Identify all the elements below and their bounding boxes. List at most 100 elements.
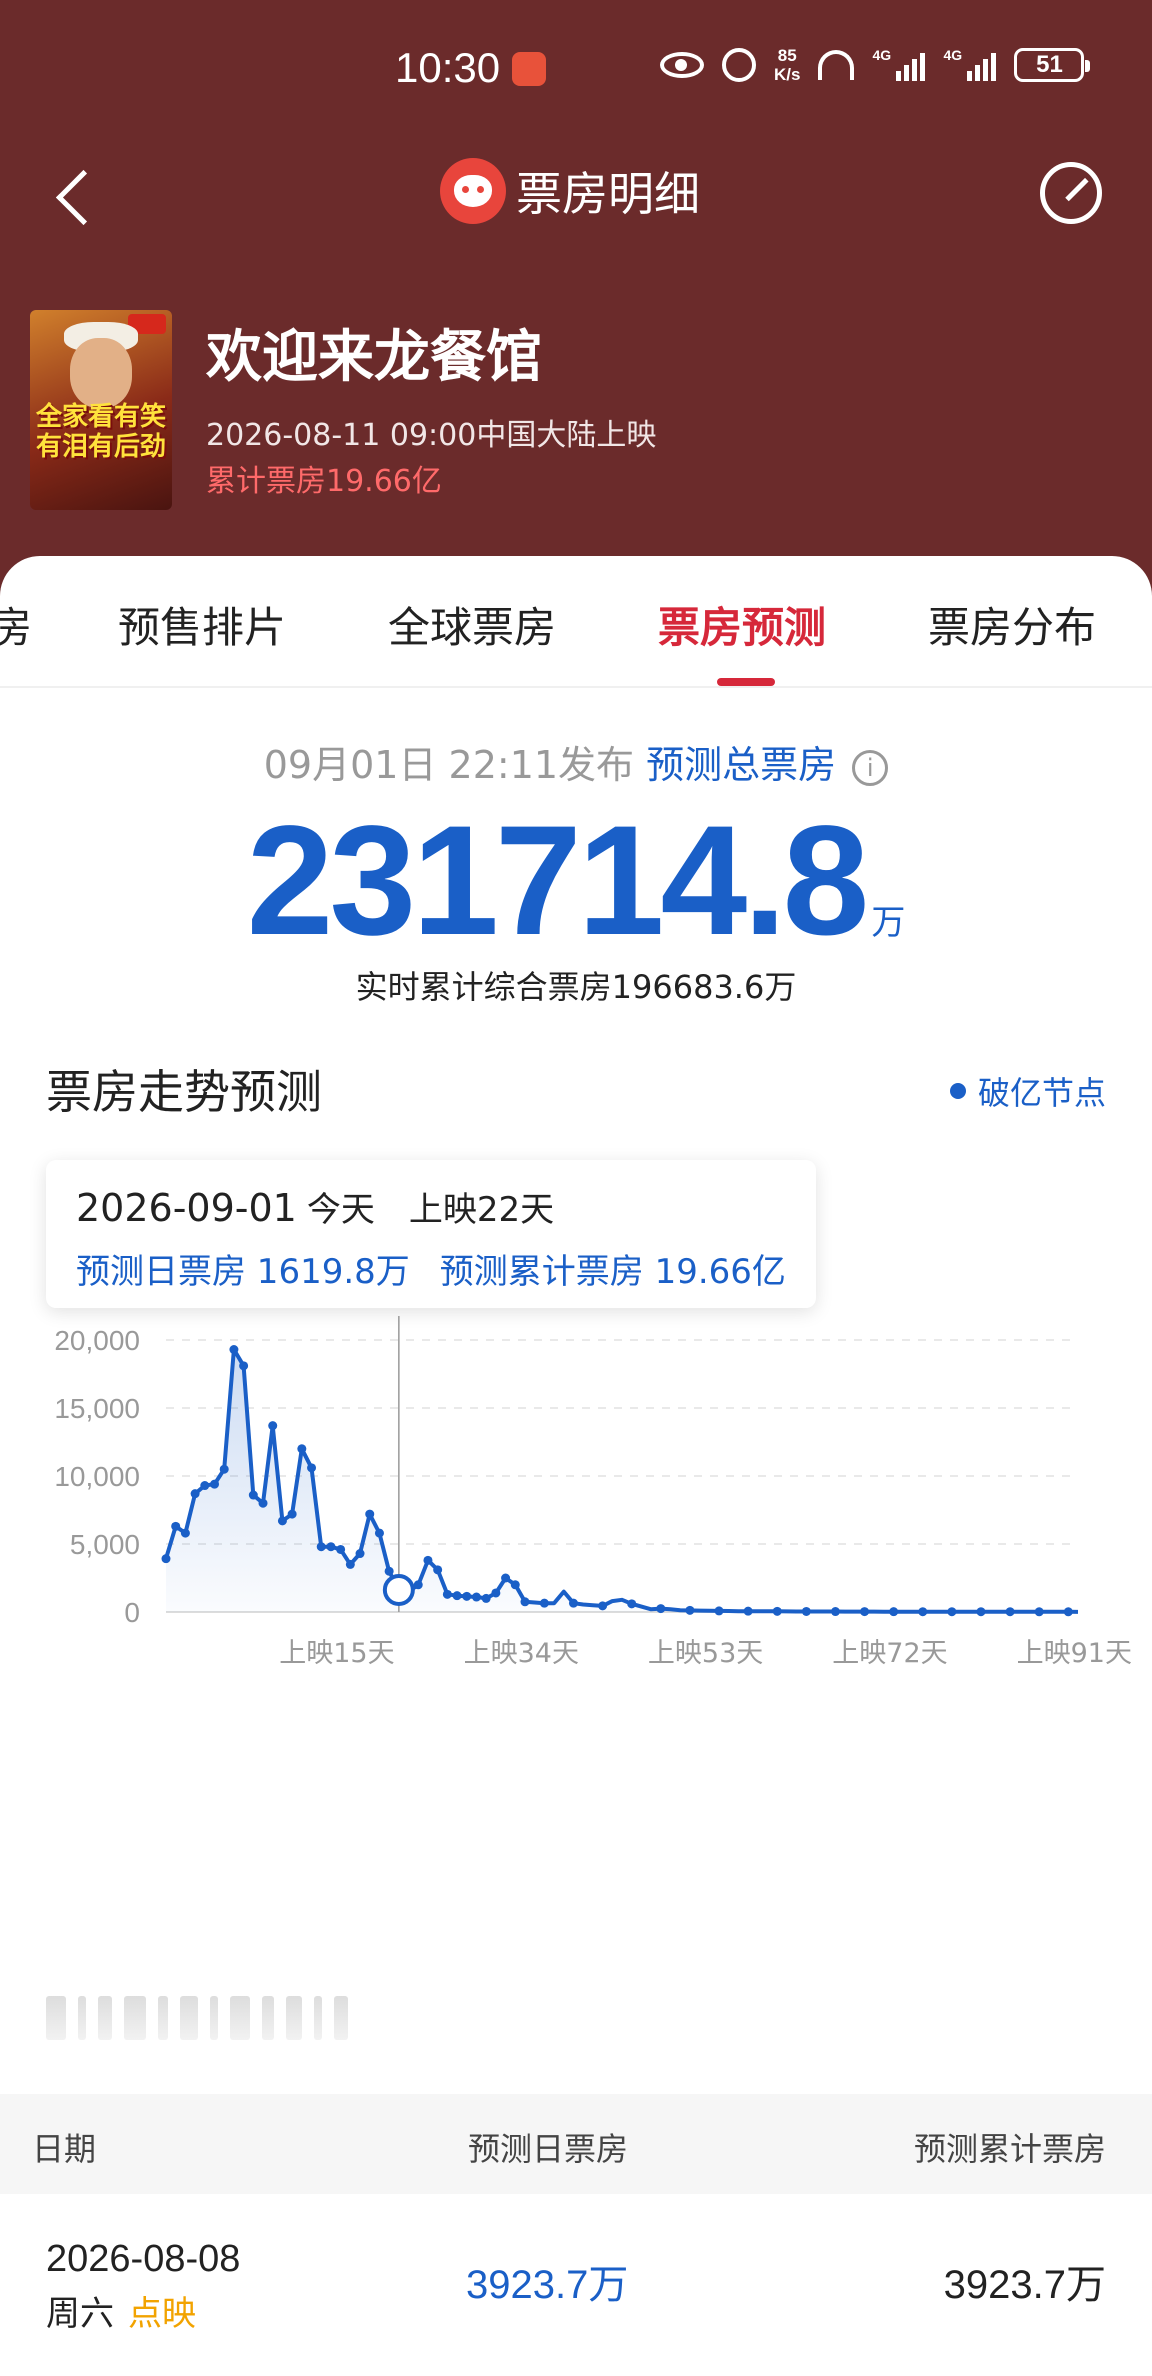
poster-text: 全家看有笑有泪有后劲 — [35, 402, 166, 462]
back-button[interactable] — [50, 160, 110, 230]
data-point — [860, 1607, 870, 1617]
data-point — [462, 1591, 472, 1601]
forecast-total-value: 231714.8 — [246, 794, 870, 968]
loading-placeholder — [46, 1996, 348, 2040]
data-point — [326, 1542, 336, 1552]
tab-bar: 房 预售排片 全球票房 票房预测 票房分布 — [0, 556, 1152, 688]
data-point — [471, 1592, 481, 1602]
data-point — [180, 1528, 190, 1538]
data-point — [1005, 1607, 1015, 1617]
tab-distribution[interactable]: 票房分布 — [928, 594, 1096, 655]
data-point — [772, 1606, 782, 1616]
poster-face — [70, 338, 132, 408]
net-speed-unit: K/s — [774, 65, 801, 84]
signal-label: 4G — [872, 47, 892, 63]
tooltip-values: 预测日票房 1619.8万 预测累计票房 19.66亿 — [76, 1244, 786, 1293]
share-button[interactable] — [1040, 162, 1102, 224]
tooltip-screening: 上映22天 — [408, 1190, 555, 1230]
movie-poster[interactable]: 全家看有笑有泪有后劲 — [30, 310, 172, 510]
data-point — [1063, 1607, 1073, 1617]
forecast-header: 09月01日 22:11发布 预测总票房 i — [0, 734, 1152, 789]
info-icon[interactable]: i — [852, 749, 889, 786]
data-point — [801, 1606, 811, 1616]
column-date: 日期 — [32, 2130, 97, 2168]
status-time: 10:30 — [395, 44, 501, 91]
data-point — [539, 1598, 549, 1608]
status-bar: 10:30 85 K/s 4G 4G 51 — [0, 40, 1152, 100]
data-point — [316, 1542, 326, 1552]
tab-active-indicator — [717, 678, 775, 686]
signal-icon-2: 4G — [943, 47, 997, 81]
row-weekday-wrap: 周六 点映 — [46, 2286, 196, 2335]
tab-global[interactable]: 全球票房 — [388, 594, 556, 655]
data-point — [889, 1607, 899, 1617]
data-point — [501, 1573, 511, 1583]
data-point — [714, 1606, 724, 1616]
data-point — [830, 1607, 840, 1617]
battery-icon: 51 — [1014, 48, 1091, 82]
data-point — [200, 1481, 210, 1491]
data-point — [491, 1588, 501, 1598]
net-speed: 85 K/s — [774, 46, 800, 84]
tab-partial[interactable]: 房 — [0, 594, 32, 655]
forecast-published: 09月01日 22:11发布 — [263, 743, 635, 787]
data-point — [384, 1566, 394, 1576]
y-tick-label: 10,000 — [54, 1461, 140, 1492]
tab-forecast[interactable]: 票房预测 — [658, 594, 826, 655]
data-point — [413, 1580, 423, 1590]
x-tick-label: 上映91天 — [1017, 1638, 1132, 1669]
forecast-label: 预测总票房 — [646, 743, 837, 787]
data-point — [239, 1361, 249, 1371]
y-tick-label: 0 — [124, 1597, 140, 1628]
data-point — [627, 1599, 637, 1609]
data-point — [219, 1464, 229, 1474]
table-row[interactable]: 2026-08-08 周六 点映 3923.7万 3923.7万 — [0, 2194, 1152, 2374]
data-point — [210, 1479, 220, 1489]
data-point — [287, 1509, 297, 1519]
legend[interactable]: 破亿节点 — [949, 1068, 1106, 1114]
signal-label-2: 4G — [943, 47, 963, 63]
data-point — [268, 1421, 278, 1431]
data-point — [307, 1463, 317, 1473]
eye-icon — [660, 52, 704, 78]
x-tick-label: 上映53天 — [648, 1638, 763, 1669]
highlight-point — [382, 1573, 415, 1606]
row-weekday: 周六 — [46, 2294, 114, 2334]
data-point — [510, 1580, 520, 1590]
data-point — [336, 1544, 346, 1554]
tab-presale[interactable]: 预售排片 — [118, 594, 286, 655]
page-title: 票房明细 — [516, 167, 700, 221]
data-point — [598, 1601, 608, 1611]
data-point — [568, 1598, 578, 1608]
data-point — [520, 1597, 530, 1607]
table-header: 日期 预测日票房 预测累计票房 — [0, 2094, 1152, 2194]
y-tick-label: 20,000 — [54, 1325, 140, 1356]
content-card: 房 预售排片 全球票房 票房预测 票房分布 09月01日 22:11发布 预测总… — [0, 556, 1152, 2376]
data-point — [171, 1521, 181, 1531]
movie-title: 欢迎来龙餐馆 — [206, 325, 542, 390]
net-speed-value: 85 — [777, 46, 797, 65]
data-point — [452, 1591, 462, 1601]
tooltip-daily: 预测日票房 1619.8万 — [76, 1252, 410, 1292]
tooltip-cumulative: 预测累计票房 19.66亿 — [439, 1252, 786, 1292]
data-point — [297, 1444, 307, 1454]
signal-icon: 4G — [872, 47, 926, 81]
data-point — [442, 1589, 452, 1599]
data-point — [656, 1604, 666, 1614]
notification-badge-icon — [512, 52, 546, 86]
forecast-total-unit: 万 — [871, 903, 906, 943]
movie-info: 全家看有笑有泪有后劲 欢迎来龙餐馆 2026-08-11 09:00中国大陆上映… — [30, 310, 1130, 520]
chart-tooltip: 2026-09-01 今天 上映22天 预测日票房 1619.8万 预测累计票房 19… — [46, 1160, 816, 1308]
legend-dot-icon — [949, 1083, 966, 1099]
data-point — [365, 1509, 375, 1519]
data-point — [190, 1489, 200, 1499]
data-point — [481, 1593, 491, 1603]
row-cumulative: 3923.7万 — [943, 2263, 1106, 2307]
data-point — [433, 1565, 443, 1575]
status-icons: 85 K/s 4G 4G 51 — [660, 46, 1091, 84]
alarm-icon — [722, 48, 756, 82]
data-point — [685, 1605, 695, 1615]
y-tick-label: 15,000 — [54, 1393, 140, 1424]
release-info: 2026-08-11 09:00中国大陆上映 — [206, 418, 657, 453]
data-point — [947, 1607, 957, 1617]
